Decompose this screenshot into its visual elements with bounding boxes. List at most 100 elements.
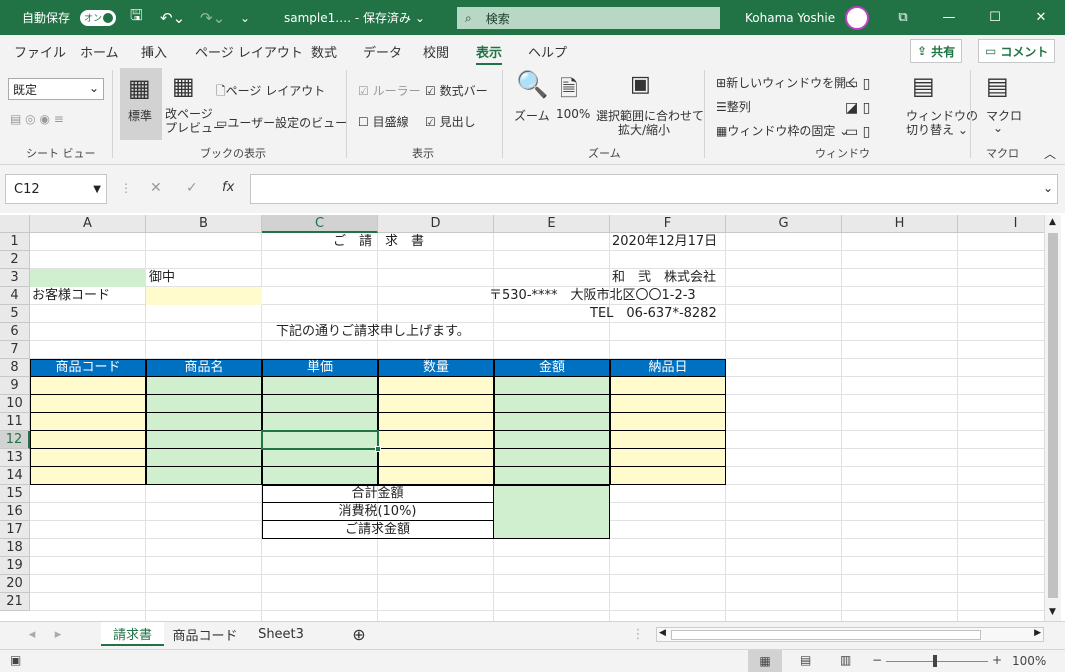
horizontal-scrollbar[interactable]: ◀ ▶ [656,627,1044,642]
row-header[interactable]: 6 [0,323,30,341]
table-cell[interactable] [30,467,146,485]
col-header-e[interactable]: E [494,215,610,233]
zoom-out-icon[interactable]: − [872,653,882,667]
row-header[interactable]: 14 [0,467,30,485]
close-button[interactable]: ✕ [1018,0,1064,35]
table-header[interactable]: 商品名 [146,359,262,377]
row-header[interactable]: 5 [0,305,30,323]
col-header-h[interactable]: H [842,215,958,233]
cell-b4[interactable] [146,287,262,305]
table-cell[interactable] [610,377,726,395]
tab-data[interactable]: データ [363,42,402,61]
share-button[interactable]: ⇪ 共有 [910,39,963,63]
col-header-f[interactable]: F [610,215,726,233]
page-break-status-icon[interactable]: ▥ [840,653,851,667]
table-header[interactable]: 商品コード [30,359,146,377]
row-header[interactable]: 19 [0,557,30,575]
totals-values[interactable] [494,486,609,538]
scroll-left-icon[interactable]: ◀ [659,628,666,638]
customize-qat-icon[interactable]: ⌄ [240,0,250,35]
row-header[interactable]: 9 [0,377,30,395]
table-cell[interactable] [494,413,610,431]
sheet-tab-product-code[interactable]: 商品コード [166,622,244,646]
zoom-slider[interactable] [886,661,988,662]
ribbon-display-icon[interactable]: ⧉ [880,0,926,35]
table-cell[interactable] [378,413,494,431]
col-header-i[interactable]: I [958,215,1044,233]
row-header[interactable]: 16 [0,503,30,521]
tab-formulas[interactable]: 数式 [311,42,337,61]
table-header[interactable]: 単価 [262,359,378,377]
row-header[interactable]: 7 [0,341,30,359]
new-window-button[interactable]: ⊞新しいウィンドウを開く [716,74,858,91]
macro-record-icon[interactable]: ▣ [10,653,21,667]
redo-icon[interactable]: ↷⌄ [200,0,225,35]
table-cell[interactable] [146,449,262,467]
row-header[interactable]: 4 [0,287,30,305]
table-cell[interactable] [610,449,726,467]
table-cell[interactable] [262,467,378,485]
table-cell[interactable] [262,449,378,467]
tab-insert[interactable]: 挿入 [141,42,167,61]
sheet-tab-invoice[interactable]: 請求書 [101,622,164,646]
table-cell[interactable] [378,467,494,485]
sheet-tab-sheet3[interactable]: Sheet3 [246,622,316,646]
zoom-100-button[interactable]: 100% [556,107,590,121]
table-cell[interactable] [30,449,146,467]
ruler-checkbox[interactable]: ☑ ルーラー [358,82,421,99]
zoom-level[interactable]: 100% [1012,654,1046,668]
active-cell-c12[interactable] [261,430,379,450]
row-header[interactable]: 20 [0,575,30,593]
col-header-b[interactable]: B [146,215,262,233]
formula-input[interactable]: ⌄ [250,174,1058,204]
sheet-view-select[interactable]: 既定 ⌄ [8,78,104,100]
autosave-toggle[interactable]: オン [80,0,116,35]
row-header[interactable]: 18 [0,539,30,557]
table-cell[interactable] [378,395,494,413]
tab-split-icon[interactable]: ⋮ [632,622,645,646]
normal-view-status-icon[interactable]: ▦ [748,650,782,672]
file-name[interactable]: sample1.… - 保存済み ⌄ [284,0,425,35]
page-layout-status-icon[interactable]: ▤ [800,653,811,667]
table-cell[interactable] [610,431,726,449]
insert-function-icon[interactable]: fx [222,180,234,195]
window-split-icons[interactable]: ▭ ▯ ◪ ▯ ▭ ▯ [845,72,870,144]
col-header-a[interactable]: A [30,215,146,233]
table-header[interactable]: 数量 [378,359,494,377]
table-cell[interactable] [494,467,610,485]
table-cell[interactable] [30,395,146,413]
table-cell[interactable] [262,413,378,431]
worksheet-grid[interactable]: A B C D E F G H I 1 2 3 4 5 6 7 8 9 10 11 12 13 14 15 1… [0,215,1044,621]
next-sheet-icon[interactable]: ▸ [48,622,68,646]
row-header[interactable]: 1 [0,233,30,251]
tab-view[interactable]: 表示 [476,42,503,66]
cancel-icon[interactable]: ✕ [150,180,162,196]
row-header[interactable]: 11 [0,413,30,431]
zoom-in-icon[interactable]: + [992,653,1002,667]
row-header[interactable]: 12 [0,431,30,449]
undo-icon[interactable]: ↶⌄ [160,0,185,35]
table-cell[interactable] [378,431,494,449]
row-header[interactable]: 2 [0,251,30,269]
prev-sheet-icon[interactable]: ◂ [22,622,42,646]
tab-file[interactable]: ファイル [14,42,66,61]
scroll-thumb[interactable] [1048,233,1058,598]
collapse-ribbon-icon[interactable]: ︿ [1044,145,1056,162]
row-header[interactable]: 13 [0,449,30,467]
col-header-g[interactable]: G [726,215,842,233]
table-cell[interactable] [262,377,378,395]
row-header[interactable]: 17 [0,521,30,539]
gridlines-checkbox[interactable]: ☐ 目盛線 [358,113,409,130]
save-icon[interactable]: 🖫 [130,0,143,35]
page-layout-button[interactable]: 🗋ページ レイアウト [216,82,325,103]
scroll-up-icon[interactable]: ▲ [1049,217,1056,227]
scroll-down-icon[interactable]: ▼ [1049,607,1056,617]
name-box[interactable]: C12 ▼ [5,174,107,204]
row-header[interactable]: 8 [0,359,30,377]
table-cell[interactable] [146,413,262,431]
avatar[interactable] [845,0,869,35]
table-cell[interactable] [494,377,610,395]
tab-review[interactable]: 校閲 [423,42,449,61]
row-header[interactable]: 3 [0,269,30,287]
fill-handle[interactable] [375,446,381,452]
